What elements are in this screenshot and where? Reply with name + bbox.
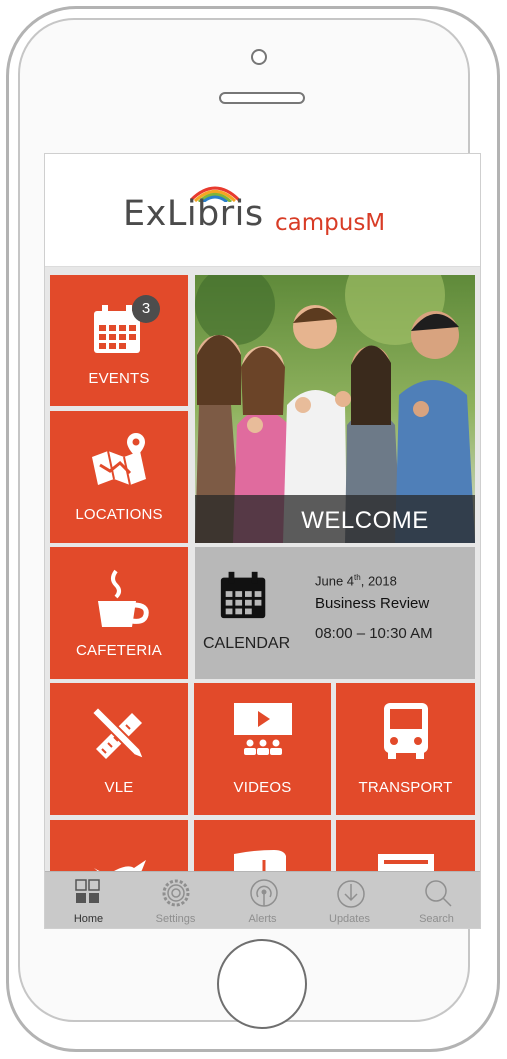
pencil-ruler-icon: [90, 705, 146, 761]
tab-bar: Home Settings Alerts Updates Search: [45, 871, 480, 928]
date-year: , 2018: [360, 573, 397, 589]
bus-icon: [384, 703, 428, 759]
tab-label: Settings: [155, 913, 196, 925]
tab-label: Home: [73, 913, 104, 925]
events-tile[interactable]: 3 EVENTS: [50, 275, 188, 406]
gear-icon: [162, 879, 190, 907]
calendar-label: CALENDAR: [203, 635, 291, 652]
tab-home[interactable]: Home: [45, 872, 132, 928]
map-pin-icon: [92, 433, 146, 486]
phone-home-button[interactable]: [217, 939, 307, 1029]
date-day: June 4: [315, 573, 355, 589]
transport-label: TRANSPORT: [358, 779, 453, 796]
transport-tile[interactable]: TRANSPORT: [336, 683, 475, 815]
tab-settings[interactable]: Settings: [132, 872, 219, 928]
date-suffix: th: [354, 573, 361, 582]
cafeteria-tile[interactable]: CAFETERIA: [50, 547, 188, 679]
vle-tile[interactable]: VLE: [50, 683, 188, 815]
grid-icon: [75, 879, 100, 903]
camera-icon: [251, 49, 267, 65]
tab-search[interactable]: Search: [393, 872, 480, 928]
calendar-icon: [220, 571, 266, 619]
video-presentation-icon: [234, 703, 292, 755]
locations-tile[interactable]: LOCATIONS: [50, 411, 188, 543]
cafeteria-label: CAFETERIA: [76, 642, 162, 659]
calendar-event-title: Business Review: [315, 595, 430, 612]
tab-label: Alerts: [248, 913, 277, 925]
search-icon: [425, 880, 452, 907]
events-badge: 3: [132, 295, 160, 323]
locations-label: LOCATIONS: [75, 506, 163, 523]
download-icon: [337, 880, 365, 908]
videos-tile[interactable]: VIDEOS: [194, 683, 331, 815]
welcome-label: WELCOME: [301, 507, 429, 534]
coffee-cup-icon: [98, 569, 149, 627]
speaker-grille: [219, 92, 305, 104]
tab-label: Updates: [329, 913, 370, 925]
broadcast-icon: [250, 879, 278, 907]
events-badge-count: 3: [141, 300, 151, 317]
tab-alerts[interactable]: Alerts: [219, 872, 306, 928]
tab-label: Search: [419, 913, 454, 925]
app-header: ExLibris campusM: [45, 154, 480, 267]
calendar-event-date: June 4th, 2018: [315, 573, 397, 588]
welcome-banner[interactable]: WELCOME: [195, 275, 475, 543]
calendar-event-time: 08:00 – 10:30 AM: [315, 625, 433, 642]
app-screen: ExLibris campusM 3 EVENTS LOCATIONS WELC…: [44, 153, 481, 929]
calendar-tile[interactable]: CALENDAR June 4th, 2018 Business Review …: [195, 547, 475, 679]
brand-subname: campusM: [275, 210, 386, 236]
vle-label: VLE: [104, 779, 134, 796]
events-label: EVENTS: [88, 370, 150, 387]
videos-label: VIDEOS: [233, 779, 292, 796]
brand-name: ExLibris: [123, 194, 264, 234]
tab-updates[interactable]: Updates: [306, 872, 393, 928]
